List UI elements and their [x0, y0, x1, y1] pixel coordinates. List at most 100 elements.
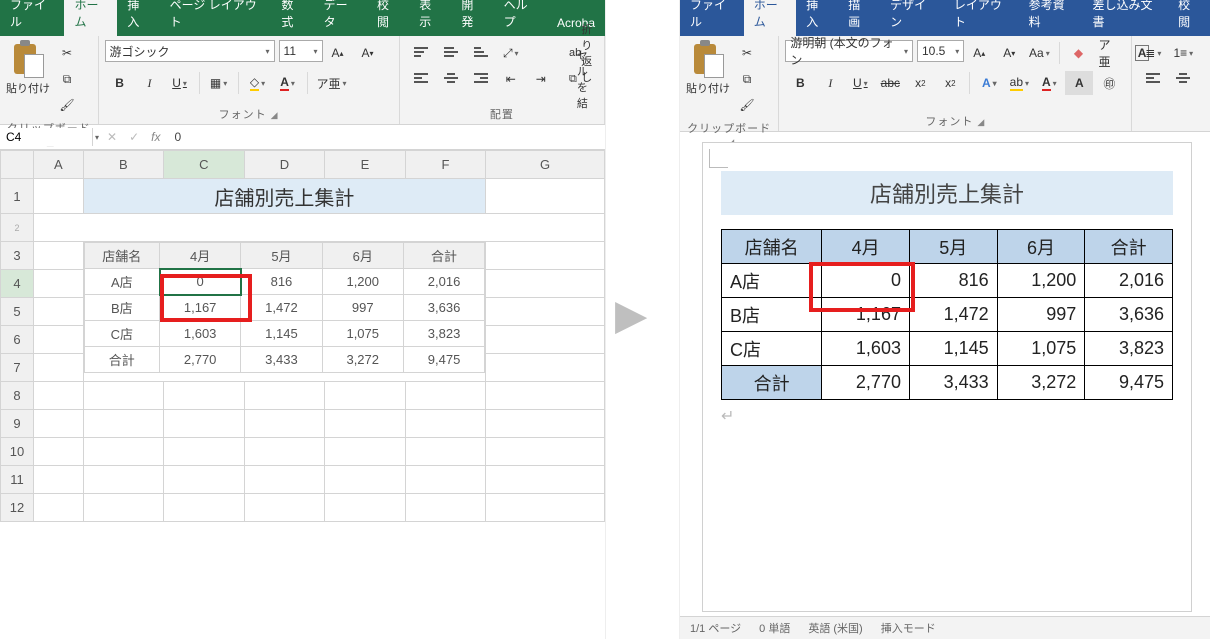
wcell-t3[interactable]: 3,433 [909, 366, 997, 400]
underline-button[interactable]: U▾ [846, 71, 874, 95]
wcell-c1[interactable]: C店 [722, 332, 822, 366]
tab-data[interactable]: データ [314, 0, 367, 36]
wcell-a4[interactable]: 1,200 [997, 264, 1085, 298]
wcell-b5[interactable]: 3,636 [1085, 298, 1173, 332]
cell-f4[interactable]: 2,016 [403, 269, 484, 295]
cell-c5[interactable]: 1,167 [160, 295, 241, 321]
tab-layout[interactable]: レイアウト [944, 0, 1019, 36]
format-painter-icon[interactable]: 🖌 [53, 93, 81, 117]
cell-b7[interactable]: 合計 [84, 347, 159, 373]
cell-e6[interactable]: 1,075 [322, 321, 403, 347]
underline-button[interactable]: U▾ [166, 71, 194, 95]
tab-design[interactable]: デザイン [880, 0, 944, 36]
status-lang[interactable]: 英語 (米国) [808, 620, 862, 636]
tab-file[interactable]: ファイル [0, 0, 64, 36]
subscript-icon[interactable]: x2 [906, 71, 934, 95]
row-header-9[interactable]: 9 [1, 410, 34, 438]
col-header-f[interactable]: F [405, 151, 486, 179]
wcell-a5[interactable]: 2,016 [1085, 264, 1173, 298]
bullets-icon[interactable]: ≣▾ [1139, 41, 1167, 65]
align-top-icon[interactable] [407, 41, 435, 65]
cell-d4[interactable]: 816 [241, 269, 322, 295]
grow-font-icon[interactable]: A▴ [965, 41, 993, 65]
paste-icon[interactable] [10, 40, 44, 78]
cut-icon[interactable]: ✂ [53, 41, 81, 65]
fx-icon[interactable]: fx [143, 130, 168, 144]
bold-button[interactable]: B [786, 71, 814, 95]
tab-home[interactable]: ホーム [744, 0, 797, 36]
tab-review[interactable]: 校閲 [1168, 0, 1210, 36]
align-bottom-icon[interactable] [467, 41, 495, 65]
tab-insert[interactable]: 挿入 [796, 0, 838, 36]
tab-home[interactable]: ホーム [64, 0, 117, 36]
tab-formulas[interactable]: 数式 [271, 0, 313, 36]
font-size-combo[interactable]: 11▾ [279, 40, 323, 62]
cell-b6[interactable]: C店 [84, 321, 159, 347]
cell-d6[interactable]: 1,145 [241, 321, 322, 347]
font-name-combo[interactable]: 游明朝 (本文のフォン▾ [785, 40, 913, 62]
align-right-icon[interactable] [467, 67, 495, 91]
row-header-3[interactable]: 3 [1, 242, 34, 270]
wth-apr[interactable]: 4月 [822, 230, 910, 264]
col-header-c[interactable]: C [164, 151, 245, 179]
tab-file[interactable]: ファイル [680, 0, 744, 36]
tab-developer[interactable]: 開発 [451, 0, 493, 36]
wcell-b4[interactable]: 997 [997, 298, 1085, 332]
align-left-icon[interactable] [1139, 67, 1167, 91]
highlight-color-icon[interactable]: ab▾ [1005, 71, 1033, 95]
wcell-t5[interactable]: 9,475 [1085, 366, 1173, 400]
align-middle-icon[interactable] [437, 41, 465, 65]
cell-c4[interactable]: 0 [160, 269, 241, 295]
cell-d7[interactable]: 3,433 [241, 347, 322, 373]
name-box[interactable] [0, 128, 93, 146]
cell-e5[interactable]: 997 [322, 295, 403, 321]
wcell-c2[interactable]: 1,603 [822, 332, 910, 366]
paste-button[interactable]: 貼り付け [686, 80, 730, 96]
wcell-a1[interactable]: A店 [722, 264, 822, 298]
status-page[interactable]: 1/1 ページ [690, 620, 741, 636]
cell-f5[interactable]: 3,636 [403, 295, 484, 321]
data-table[interactable]: 店舗名 4月 5月 6月 合計 A店 0 816 1,200 [84, 242, 486, 373]
grow-font-icon[interactable]: A▴ [324, 41, 352, 65]
change-case-icon[interactable]: Aa▾ [1025, 41, 1053, 65]
merge-center-button[interactable]: ⧉ セルを結 [565, 67, 597, 91]
sheet-title[interactable]: 店舗別売上集計 [84, 179, 486, 213]
cell-e7[interactable]: 3,272 [322, 347, 403, 373]
col-header-b[interactable]: B [83, 151, 164, 179]
col-header-d[interactable]: D [244, 151, 325, 179]
row-header-5[interactable]: 5 [1, 298, 34, 326]
row-header-10[interactable]: 10 [1, 438, 34, 466]
status-mode[interactable]: 挿入モード [881, 620, 936, 636]
cell-c7[interactable]: 2,770 [160, 347, 241, 373]
th-may[interactable]: 5月 [241, 243, 322, 269]
select-all-corner[interactable] [1, 151, 34, 179]
font-launcher-icon[interactable]: ◢ [271, 110, 279, 120]
row-header-4[interactable]: 4 [1, 270, 34, 298]
italic-button[interactable]: I [816, 71, 844, 95]
wcell-c4[interactable]: 1,075 [997, 332, 1085, 366]
font-color-button[interactable]: A▾ [1035, 71, 1063, 95]
format-painter-icon[interactable]: 🖌 [733, 93, 761, 117]
align-center-icon[interactable] [1169, 67, 1197, 91]
tab-view[interactable]: 表示 [409, 0, 451, 36]
th-jun[interactable]: 6月 [322, 243, 403, 269]
row-header-7[interactable]: 7 [1, 354, 34, 382]
tab-draw[interactable]: 描画 [838, 0, 880, 36]
phonetic-guide-icon[interactable]: ア亜▾ [313, 71, 351, 95]
phonetic-guide-icon[interactable]: ア亜 [1095, 41, 1127, 65]
paste-icon[interactable] [690, 40, 724, 78]
row-header-1[interactable]: 1 [1, 179, 34, 214]
row-header-11[interactable]: 11 [1, 466, 34, 494]
wcell-b1[interactable]: B店 [722, 298, 822, 332]
wcell-a3[interactable]: 816 [909, 264, 997, 298]
th-apr[interactable]: 4月 [160, 243, 241, 269]
wth-may[interactable]: 5月 [909, 230, 997, 264]
wcell-t2[interactable]: 2,770 [822, 366, 910, 400]
row-header-12[interactable]: 12 [1, 494, 34, 522]
cell-f6[interactable]: 3,823 [403, 321, 484, 347]
wcell-c3[interactable]: 1,145 [909, 332, 997, 366]
wth-total[interactable]: 合計 [1085, 230, 1173, 264]
cell-d5[interactable]: 1,472 [241, 295, 322, 321]
clear-format-icon[interactable]: ◆ [1065, 41, 1093, 65]
formula-input[interactable]: 0 [168, 130, 605, 144]
